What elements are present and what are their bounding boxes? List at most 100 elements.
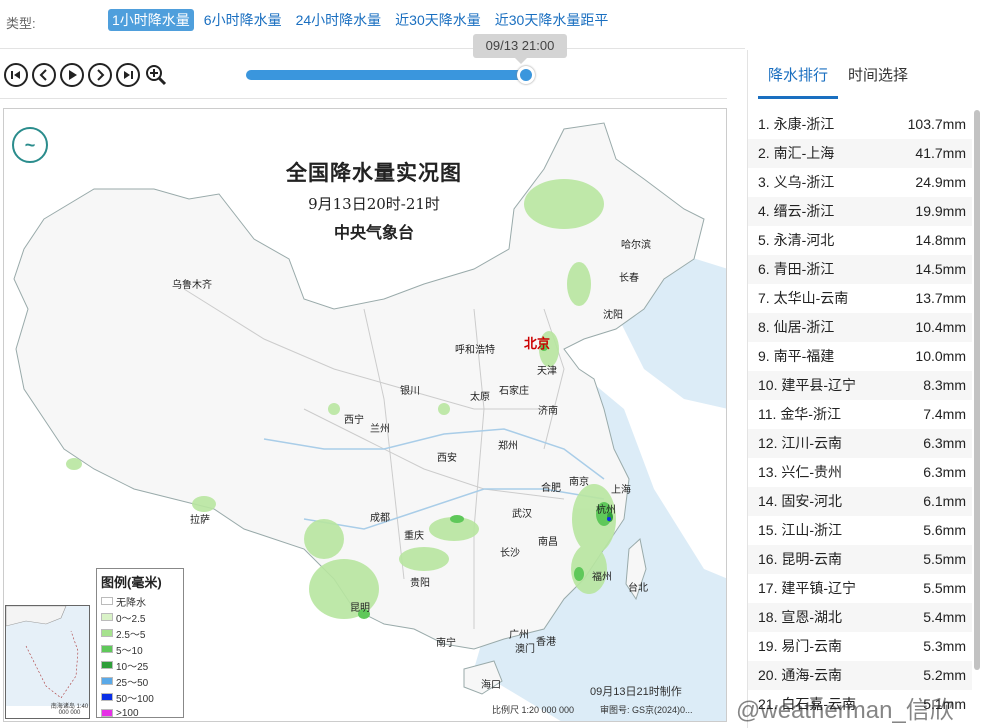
city-label: 贵阳 <box>410 578 430 589</box>
type-tab-30d[interactable]: 近30天降水量 <box>391 9 485 31</box>
rain-value: 24.9mm <box>915 174 966 190</box>
city-label: 拉萨 <box>190 515 210 526</box>
precipitation-map: ~ 全国降水量实况图 9月13日20时-21时 中央气象台 乌鲁木齐 哈尔滨 长… <box>3 108 727 722</box>
map-subtitle: 9月13日20时-21时 <box>308 195 440 213</box>
ranking-row[interactable]: 1. 永康-浙江 103.7mm <box>748 110 972 139</box>
city-label: 南宁 <box>436 638 456 649</box>
ranking-row[interactable]: 16. 昆明-云南 5.5mm <box>748 545 972 574</box>
ranking-row[interactable]: 15. 江山-浙江 5.6mm <box>748 516 972 545</box>
ranking-row[interactable]: 18. 宣恩-湖北 5.4mm <box>748 603 972 632</box>
station-name: 6. 青田-浙江 <box>758 261 835 277</box>
ranking-row[interactable]: 10. 建平县-辽宁 8.3mm <box>748 371 972 400</box>
play-icon <box>69 70 77 80</box>
play-button[interactable] <box>60 63 84 87</box>
type-tab-6h[interactable]: 6小时降水量 <box>200 9 286 31</box>
next-frame-button[interactable] <box>88 63 112 87</box>
type-tab-1h[interactable]: 1小时降水量 <box>108 9 194 31</box>
chevron-left-icon <box>39 69 47 81</box>
ranking-row[interactable]: 13. 兴仁-贵州 6.3mm <box>748 458 972 487</box>
station-name: 5. 永清-河北 <box>758 232 835 248</box>
time-tooltip: 09/13 21:00 <box>473 34 567 64</box>
type-tab-30d-anomaly[interactable]: 近30天降水量距平 <box>491 9 613 31</box>
ranking-row[interactable]: 8. 仙居-浙江 10.4mm <box>748 313 972 342</box>
rain-value: 8.3mm <box>923 377 966 393</box>
ranking-row[interactable]: 19. 易门-云南 5.3mm <box>748 632 972 661</box>
ranking-row[interactable]: 5. 永清-河北 14.8mm <box>748 226 972 255</box>
city-label: 南京 <box>569 477 589 488</box>
ranking-row[interactable]: 6. 青田-浙江 14.5mm <box>748 255 972 284</box>
panel-tabs: 降水排行 时间选择 <box>758 50 918 100</box>
map-review-number: 审图号: GS京(2024)0... <box>600 705 693 715</box>
ranking-row[interactable]: 9. 南平-福建 10.0mm <box>748 342 972 371</box>
city-label: 兰州 <box>370 424 390 435</box>
legend-item: 5～10 <box>101 641 179 657</box>
divider <box>0 48 745 49</box>
city-label: 长春 <box>619 273 639 284</box>
ranking-row[interactable]: 3. 义乌-浙江 24.9mm <box>748 168 972 197</box>
city-label: 济南 <box>538 406 558 417</box>
city-label: 台北 <box>628 583 648 594</box>
inset-map-shape <box>6 606 89 706</box>
legend-item: 50～100 <box>101 689 179 705</box>
type-label: 类型: <box>6 16 36 31</box>
station-name: 12. 江川-云南 <box>758 435 843 451</box>
city-label: 杭州 <box>596 505 616 516</box>
skip-first-icon <box>11 71 20 79</box>
station-name: 17. 建平镇-辽宁 <box>758 580 857 596</box>
last-frame-button[interactable] <box>116 63 140 87</box>
watermark: @weatherman_信欣 <box>736 697 954 724</box>
ranking-list: 1. 永康-浙江 103.7mm 2. 南汇-上海 41.7mm 3. 义乌-浙江 24.… <box>748 110 972 719</box>
rain-value: 10.0mm <box>915 348 966 364</box>
station-name: 1. 永康-浙江 <box>758 116 835 132</box>
ranking-row[interactable]: 20. 通海-云南 5.2mm <box>748 661 972 690</box>
rain-value: 5.2mm <box>923 667 966 683</box>
station-name: 9. 南平-福建 <box>758 348 835 364</box>
legend-item: 2.5～5 <box>101 625 179 641</box>
capital-label: 北京 <box>524 336 551 351</box>
skip-last-icon <box>124 71 133 79</box>
ranking-row[interactable]: 7. 太华山-云南 13.7mm <box>748 284 972 313</box>
prev-frame-button[interactable] <box>32 63 56 87</box>
ranking-row[interactable]: 4. 缙云-浙江 19.9mm <box>748 197 972 226</box>
rain-value: 103.7mm <box>907 116 966 132</box>
south-china-sea-inset: 南海诸岛 1:40 000 000 <box>5 605 90 719</box>
rain-value: 14.8mm <box>915 232 966 248</box>
rain-value: 19.9mm <box>915 203 966 219</box>
map-scale: 比例尺 1:20 000 000 <box>492 705 575 715</box>
city-label: 澳门 <box>515 644 535 655</box>
city-label: 天津 <box>537 366 557 377</box>
scrollbar[interactable] <box>974 110 980 670</box>
station-name: 2. 南汇-上海 <box>758 145 835 161</box>
city-label: 广州 <box>509 630 529 641</box>
station-name: 11. 金华-浙江 <box>758 406 841 422</box>
station-name: 14. 固安-河北 <box>758 493 843 509</box>
rain-value: 13.7mm <box>915 290 966 306</box>
city-label: 海口 <box>481 680 501 691</box>
city-label: 昆明 <box>350 603 370 614</box>
inset-caption: 南海诸岛 1:40 000 000 <box>50 704 89 716</box>
ranking-row[interactable]: 2. 南汇-上海 41.7mm <box>748 139 972 168</box>
zoom-button[interactable] <box>144 63 168 87</box>
city-label: 合肥 <box>541 483 561 494</box>
map-title: 全国降水量实况图 <box>286 160 462 185</box>
station-name: 4. 缙云-浙江 <box>758 203 835 219</box>
ranking-row[interactable]: 14. 固安-河北 6.1mm <box>748 487 972 516</box>
rain-value: 6.3mm <box>923 435 966 451</box>
tab-ranking[interactable]: 降水排行 <box>758 50 839 99</box>
rain-value: 10.4mm <box>915 319 966 335</box>
first-frame-button[interactable] <box>4 63 28 87</box>
ranking-row[interactable]: 12. 江川-云南 6.3mm <box>748 429 972 458</box>
city-label: 成都 <box>370 513 390 524</box>
ranking-row[interactable]: 11. 金华-浙江 7.4mm <box>748 400 972 429</box>
city-label: 银川 <box>400 386 420 397</box>
type-tab-24h[interactable]: 24小时降水量 <box>292 9 386 31</box>
time-slider[interactable] <box>246 66 535 84</box>
rain-value: 6.3mm <box>923 464 966 480</box>
ranking-row[interactable]: 17. 建平镇-辽宁 5.5mm <box>748 574 972 603</box>
rain-value: 5.3mm <box>923 638 966 654</box>
tab-time-select[interactable]: 时间选择 <box>838 50 918 99</box>
legend-item: 无降水 <box>101 593 179 609</box>
made-time: 09月13日21时制作 <box>590 686 682 698</box>
city-label: 哈尔滨 <box>621 240 651 251</box>
slider-handle[interactable] <box>517 66 535 84</box>
